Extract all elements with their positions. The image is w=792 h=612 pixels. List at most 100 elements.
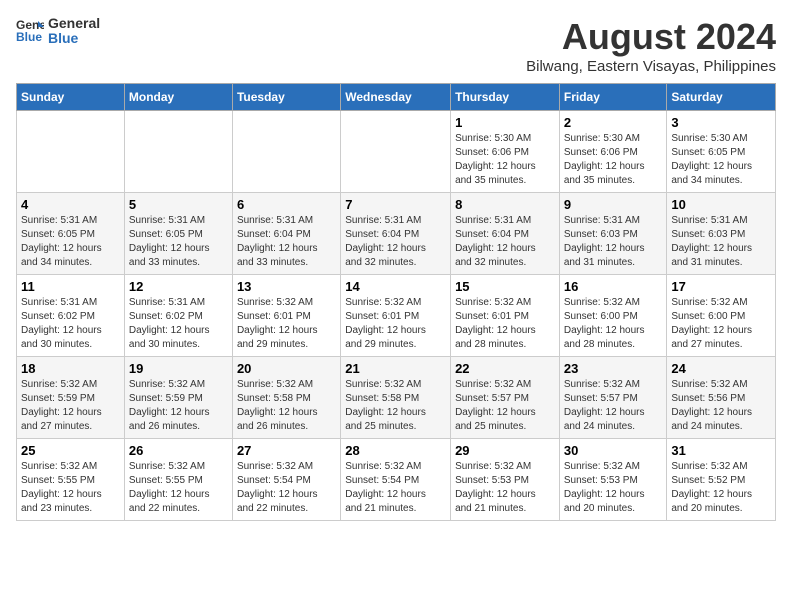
day-detail: Sunrise: 5:31 AM Sunset: 6:05 PM Dayligh… (129, 214, 228, 270)
main-title: August 2024 (526, 16, 776, 58)
day-detail: Sunrise: 5:32 AM Sunset: 6:01 PM Dayligh… (455, 296, 555, 352)
day-detail: Sunrise: 5:32 AM Sunset: 6:00 PM Dayligh… (671, 296, 771, 352)
column-header-sunday: Sunday (17, 84, 125, 111)
day-number: 6 (237, 197, 336, 212)
calendar-cell: 28Sunrise: 5:32 AM Sunset: 5:54 PM Dayli… (341, 439, 451, 521)
day-detail: Sunrise: 5:32 AM Sunset: 5:59 PM Dayligh… (129, 378, 228, 434)
day-number: 17 (671, 279, 771, 294)
day-number: 29 (455, 443, 555, 458)
calendar-cell: 3 Sunrise: 5:30 AM Sunset: 6:05 PM Daylig… (667, 111, 776, 193)
day-number: 30 (564, 443, 663, 458)
calendar-cell: 22Sunrise: 5:32 AM Sunset: 5:57 PM Dayli… (451, 357, 560, 439)
calendar-week-2: 4 Sunrise: 5:31 AM Sunset: 6:05 PM Daylig… (17, 193, 776, 275)
day-number: 16 (564, 279, 663, 294)
calendar-cell: 25 Sunrise: 5:32 AM Sunset: 5:55 PM Dayli… (17, 439, 125, 521)
day-detail: Sunrise: 5:32 AM Sunset: 5:52 PM Dayligh… (671, 460, 771, 516)
calendar-cell: 27 Sunrise: 5:32 AM Sunset: 5:54 PM Dayli… (232, 439, 340, 521)
column-header-monday: Monday (124, 84, 232, 111)
header: General Blue General Blue August 2024 Bi… (16, 16, 776, 75)
day-detail: Sunrise: 5:32 AM Sunset: 5:53 PM Dayligh… (455, 460, 555, 516)
day-number: 3 (671, 115, 771, 130)
calendar-cell: 21Sunrise: 5:32 AM Sunset: 5:58 PM Dayli… (341, 357, 451, 439)
day-detail: Sunrise: 5:31 AM Sunset: 6:04 PM Dayligh… (237, 214, 336, 270)
column-header-friday: Friday (559, 84, 667, 111)
day-number: 14 (345, 279, 446, 294)
day-detail: Sunrise: 5:32 AM Sunset: 6:01 PM Dayligh… (345, 296, 446, 352)
day-detail: Sunrise: 5:30 AM Sunset: 6:05 PM Dayligh… (671, 132, 771, 188)
calendar-body: 1 Sunrise: 5:30 AM Sunset: 6:06 PM Daylig… (17, 111, 776, 521)
calendar-cell: 19Sunrise: 5:32 AM Sunset: 5:59 PM Dayli… (124, 357, 232, 439)
title-area: August 2024 Bilwang, Eastern Visayas, Ph… (526, 16, 776, 75)
calendar-cell: 10Sunrise: 5:31 AM Sunset: 6:03 PM Dayli… (667, 193, 776, 275)
day-detail: Sunrise: 5:31 AM Sunset: 6:03 PM Dayligh… (671, 214, 771, 270)
calendar-cell: 30 Sunrise: 5:32 AM Sunset: 5:53 PM Dayli… (559, 439, 667, 521)
calendar-cell: 15Sunrise: 5:32 AM Sunset: 6:01 PM Dayli… (451, 275, 560, 357)
day-detail: Sunrise: 5:32 AM Sunset: 5:58 PM Dayligh… (237, 378, 336, 434)
day-number: 7 (345, 197, 446, 212)
day-number: 24 (671, 361, 771, 376)
logo-line1: General (48, 16, 100, 31)
day-number: 31 (671, 443, 771, 458)
column-header-thursday: Thursday (451, 84, 560, 111)
day-number: 20 (237, 361, 336, 376)
day-number: 25 (21, 443, 120, 458)
calendar-cell: 9Sunrise: 5:31 AM Sunset: 6:03 PM Daylig… (559, 193, 667, 275)
calendar-cell: 18Sunrise: 5:32 AM Sunset: 5:59 PM Dayli… (17, 357, 125, 439)
day-number: 9 (564, 197, 663, 212)
day-detail: Sunrise: 5:32 AM Sunset: 5:54 PM Dayligh… (237, 460, 336, 516)
column-header-saturday: Saturday (667, 84, 776, 111)
calendar-cell: 1 Sunrise: 5:30 AM Sunset: 6:06 PM Daylig… (451, 111, 560, 193)
day-number: 23 (564, 361, 663, 376)
calendar-cell (341, 111, 451, 193)
day-number: 27 (237, 443, 336, 458)
subtitle: Bilwang, Eastern Visayas, Philippines (526, 58, 776, 75)
calendar-cell: 13 Sunrise: 5:32 AM Sunset: 6:01 PM Dayli… (232, 275, 340, 357)
logo-icon: General Blue (16, 17, 44, 45)
day-detail: Sunrise: 5:32 AM Sunset: 5:59 PM Dayligh… (21, 378, 120, 434)
calendar-week-3: 11 Sunrise: 5:31 AM Sunset: 6:02 PM Dayli… (17, 275, 776, 357)
calendar-cell: 7Sunrise: 5:31 AM Sunset: 6:04 PM Daylig… (341, 193, 451, 275)
day-detail: Sunrise: 5:31 AM Sunset: 6:02 PM Dayligh… (129, 296, 228, 352)
day-detail: Sunrise: 5:32 AM Sunset: 5:56 PM Dayligh… (671, 378, 771, 434)
day-number: 26 (129, 443, 228, 458)
calendar-cell: 17 Sunrise: 5:32 AM Sunset: 6:00 PM Dayli… (667, 275, 776, 357)
calendar-cell: 4 Sunrise: 5:31 AM Sunset: 6:05 PM Daylig… (17, 193, 125, 275)
calendar-cell: 23Sunrise: 5:32 AM Sunset: 5:57 PM Dayli… (559, 357, 667, 439)
day-detail: Sunrise: 5:31 AM Sunset: 6:04 PM Dayligh… (455, 214, 555, 270)
day-number: 22 (455, 361, 555, 376)
calendar-cell: 2 Sunrise: 5:30 AM Sunset: 6:06 PM Daylig… (559, 111, 667, 193)
day-number: 13 (237, 279, 336, 294)
day-detail: Sunrise: 5:32 AM Sunset: 5:53 PM Dayligh… (564, 460, 663, 516)
day-detail: Sunrise: 5:32 AM Sunset: 5:55 PM Dayligh… (129, 460, 228, 516)
calendar-cell (124, 111, 232, 193)
calendar-cell: 6 Sunrise: 5:31 AM Sunset: 6:04 PM Daylig… (232, 193, 340, 275)
calendar-week-1: 1 Sunrise: 5:30 AM Sunset: 6:06 PM Daylig… (17, 111, 776, 193)
day-detail: Sunrise: 5:30 AM Sunset: 6:06 PM Dayligh… (455, 132, 555, 188)
calendar-cell: 5Sunrise: 5:31 AM Sunset: 6:05 PM Daylig… (124, 193, 232, 275)
day-number: 1 (455, 115, 555, 130)
calendar-cell: 14 Sunrise: 5:32 AM Sunset: 6:01 PM Dayli… (341, 275, 451, 357)
day-detail: Sunrise: 5:32 AM Sunset: 6:01 PM Dayligh… (237, 296, 336, 352)
logo-line2: Blue (48, 31, 100, 46)
day-detail: Sunrise: 5:30 AM Sunset: 6:06 PM Dayligh… (564, 132, 663, 188)
calendar-cell (232, 111, 340, 193)
day-number: 2 (564, 115, 663, 130)
day-detail: Sunrise: 5:32 AM Sunset: 5:55 PM Dayligh… (21, 460, 120, 516)
calendar-header-row: SundayMondayTuesdayWednesdayThursdayFrid… (17, 84, 776, 111)
calendar-table: SundayMondayTuesdayWednesdayThursdayFrid… (16, 83, 776, 521)
day-detail: Sunrise: 5:31 AM Sunset: 6:02 PM Dayligh… (21, 296, 120, 352)
day-number: 4 (21, 197, 120, 212)
column-header-tuesday: Tuesday (232, 84, 340, 111)
calendar-cell: 29 Sunrise: 5:32 AM Sunset: 5:53 PM Dayli… (451, 439, 560, 521)
day-number: 12 (129, 279, 228, 294)
calendar-cell: 20 Sunrise: 5:32 AM Sunset: 5:58 PM Dayli… (232, 357, 340, 439)
day-number: 11 (21, 279, 120, 294)
calendar-week-4: 18Sunrise: 5:32 AM Sunset: 5:59 PM Dayli… (17, 357, 776, 439)
calendar-cell: 24 Sunrise: 5:32 AM Sunset: 5:56 PM Dayli… (667, 357, 776, 439)
calendar-cell: 12 Sunrise: 5:31 AM Sunset: 6:02 PM Dayli… (124, 275, 232, 357)
day-detail: Sunrise: 5:31 AM Sunset: 6:05 PM Dayligh… (21, 214, 120, 270)
calendar-cell (17, 111, 125, 193)
day-detail: Sunrise: 5:32 AM Sunset: 5:54 PM Dayligh… (345, 460, 446, 516)
calendar-cell: 26 Sunrise: 5:32 AM Sunset: 5:55 PM Dayli… (124, 439, 232, 521)
day-detail: Sunrise: 5:32 AM Sunset: 5:58 PM Dayligh… (345, 378, 446, 434)
